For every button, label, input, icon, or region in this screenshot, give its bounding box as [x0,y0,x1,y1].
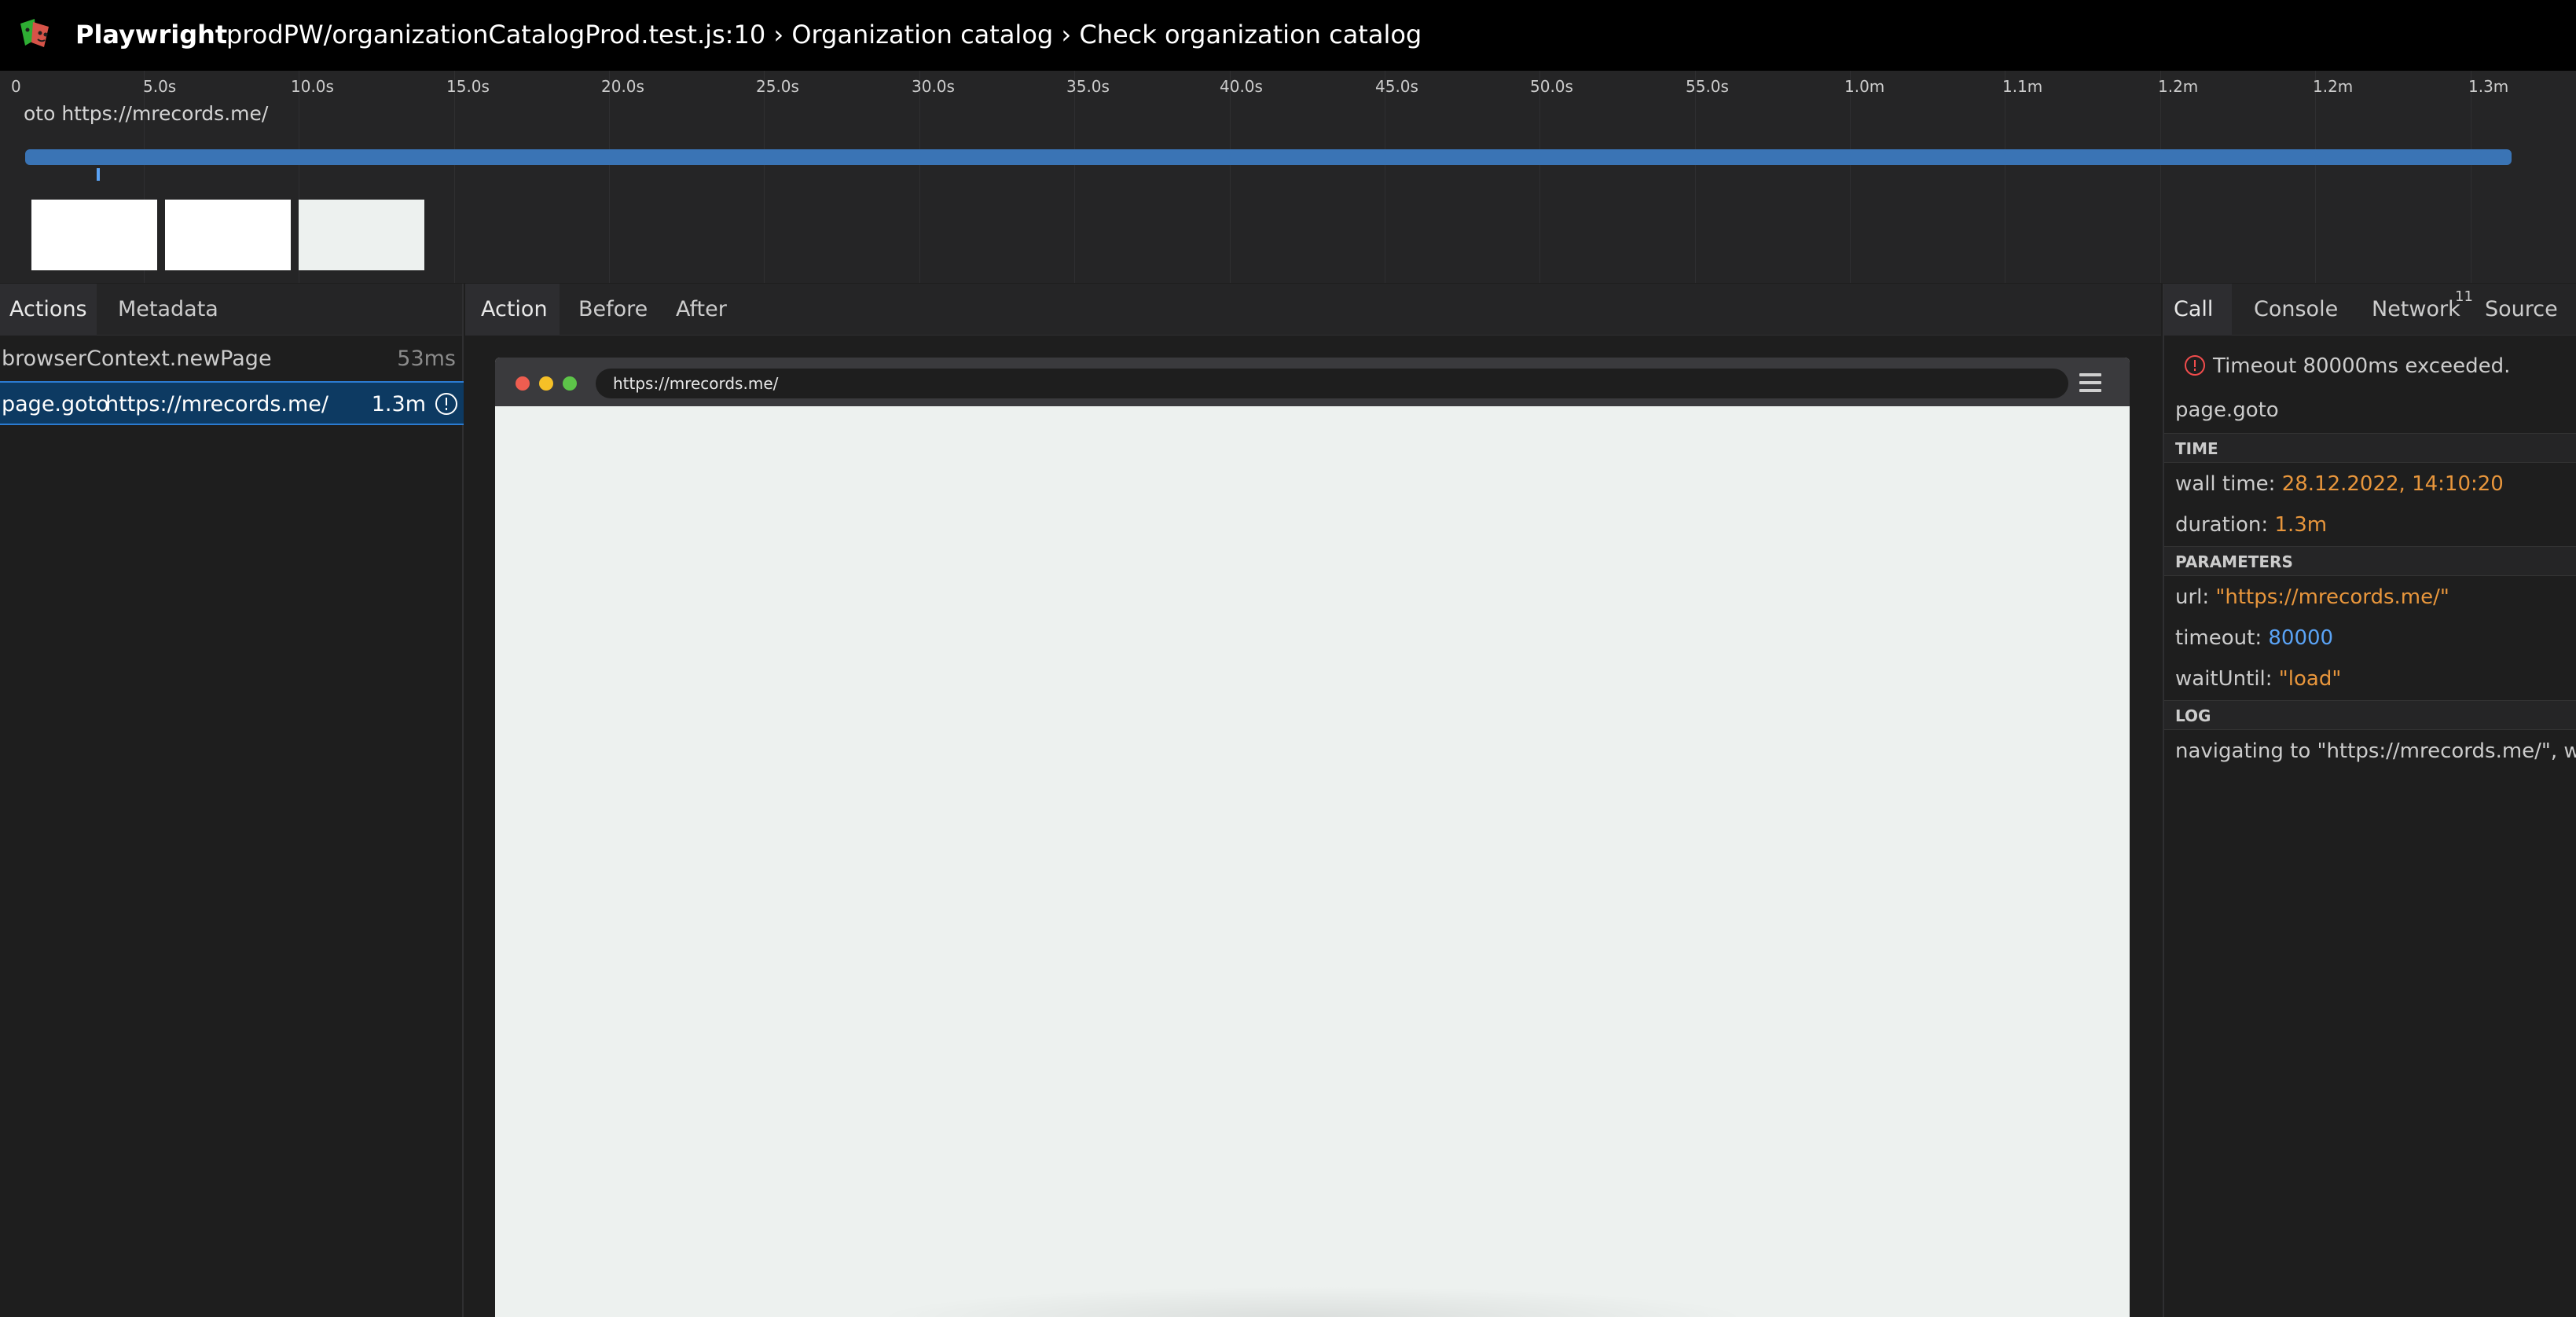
timeline-gridline [2160,71,2161,283]
close-dot-icon [516,376,530,391]
section-parameters: PARAMETERS [2164,546,2576,576]
action-item[interactable]: browserContext.newPage 53ms [0,337,464,381]
wall-time-label: wall time: [2175,472,2276,496]
section-time: TIME [2164,433,2576,463]
timeout-param-row: timeout: 80000 [2175,626,2333,650]
tab-after[interactable]: After [666,284,736,336]
minimize-dot-icon [539,376,553,391]
duration-label: duration: [2175,513,2269,537]
timeline-tick: 10.0s [291,77,334,96]
hamburger-icon [2079,373,2101,392]
snapshot-tabbar: Action Before After [465,284,2161,336]
actions-panel: Actions Metadata browserContext.newPage … [0,284,464,1317]
timeline-gridline [1695,71,1696,283]
snapshot-panel: Action Before After https://mrecords.me/ [465,284,2161,1317]
address-bar: https://mrecords.me/ [596,369,2068,398]
details-panel: Call Console Network 11 Source Timeout 8… [2163,284,2576,1317]
wait-until-param-row: waitUntil: "load" [2175,667,2341,691]
timeline-tick: 45.0s [1375,77,1418,96]
timeline-action-label: oto https://mrecords.me/ [24,102,269,125]
call-error-text: Timeout 80000ms exceeded. [2213,354,2511,378]
timeline-gridline [919,71,920,283]
timeline-tick: 5.0s [143,77,177,96]
tab-action[interactable]: Action [465,284,560,336]
timeline-tick: 35.0s [1066,77,1110,96]
browser-frame: https://mrecords.me/ [495,358,2130,1317]
action-duration: 53ms [397,347,456,371]
snapshot-page [495,406,2130,1317]
timeline-gridline [454,71,455,283]
wall-time-value: 28.12.2022, 14:10:20 [2281,472,2504,496]
network-count-badge: 11 [2455,288,2473,305]
browser-chrome: https://mrecords.me/ [495,358,2130,406]
timeline-tick: 50.0s [1530,77,1573,96]
timeline-tick: 55.0s [1686,77,1729,96]
timeline-tick: 30.0s [912,77,955,96]
test-title: prodPW/organizationCatalogProd.test.js:1… [226,20,1422,50]
filmstrip-frame[interactable] [299,200,424,270]
timeline[interactable]: 0 5.0s 10.0s 15.0s 20.0s 25.0s 30.0s 35.… [0,71,2576,283]
app-title: Playwright [75,20,228,50]
action-param: https://mrecords.me/ [105,392,328,416]
timeline-tick: 1.0m [1844,77,1885,96]
call-error: Timeout 80000ms exceeded. [2185,354,2510,378]
tab-network[interactable]: Network [2362,284,2470,336]
timeline-gridline [1850,71,1851,283]
url-param-row: url: "https://mrecords.me/" [2175,585,2449,609]
wall-time-row: wall time: 28.12.2022, 14:10:20 [2175,472,2504,496]
timeline-gridline [1074,71,1075,283]
timeline-tick: 1.1m [2002,77,2043,96]
duration-row: duration: 1.3m [2175,513,2327,537]
log-line: navigating to "https://mrecords.me/", wa… [2175,739,2576,763]
timeline-tick: 25.0s [756,77,799,96]
timeline-tick: 0 [11,77,21,96]
timeline-tick: 15.0s [446,77,490,96]
details-tabbar: Call Console Network 11 Source [2164,284,2576,336]
timeline-gridline [1539,71,1540,283]
filmstrip-frame[interactable] [165,200,291,270]
url-param-value: "https://mrecords.me/" [2215,585,2449,609]
action-item-selected[interactable]: page.goto https://mrecords.me/ 1.3m [0,381,464,425]
page-shadow [872,1286,1752,1317]
header: Playwright prodPW/organizationCatalogPro… [0,0,2576,71]
url-param-label: url: [2175,585,2210,609]
timeline-gridline [1230,71,1231,283]
timeline-tick: 1.2m [2158,77,2199,96]
timeline-marker [97,168,100,181]
action-title: page.goto [2,392,109,416]
tab-source[interactable]: Source [2475,284,2567,336]
timeout-param-label: timeout: [2175,626,2262,650]
maximize-dot-icon [563,376,577,391]
timeline-gridline [609,71,610,283]
actions-tabbar: Actions Metadata [0,284,462,336]
timeline-gridline [2315,71,2316,283]
duration-value: 1.3m [2274,513,2328,537]
timeline-tick: 40.0s [1220,77,1263,96]
timeout-param-value: 80000 [2268,626,2334,650]
timeline-gridline [764,71,765,283]
timeline-tick: 1.2m [2313,77,2354,96]
action-title: browserContext.newPage [2,347,272,371]
playwright-logo-icon [20,19,49,47]
tab-actions[interactable]: Actions [0,284,97,336]
timeline-tick: 1.3m [2468,77,2509,96]
wait-until-param-label: waitUntil: [2175,667,2273,691]
timeline-action-bar[interactable] [25,149,2512,165]
tab-metadata[interactable]: Metadata [108,284,228,336]
tab-before[interactable]: Before [569,284,657,336]
action-duration: 1.3m [371,392,426,416]
call-api-name: page.goto [2175,398,2279,422]
error-icon [2185,355,2205,376]
tab-console[interactable]: Console [2244,284,2347,336]
filmstrip-frame[interactable] [31,200,157,270]
error-circle-icon [435,393,457,415]
section-log: LOG [2164,700,2576,730]
wait-until-param-value: "load" [2278,667,2342,691]
timeline-tick: 20.0s [601,77,644,96]
tab-call[interactable]: Call [2164,284,2232,336]
